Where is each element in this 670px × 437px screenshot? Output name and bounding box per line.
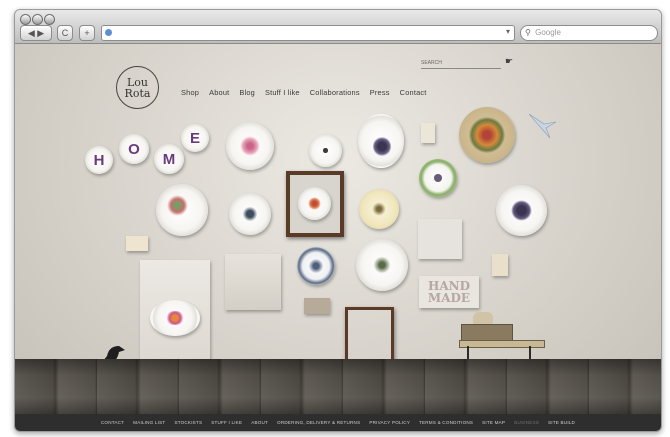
handmade-line2: MADE <box>427 291 471 305</box>
home-letter-e: E <box>189 129 200 147</box>
blue-rim-plate[interactable] <box>297 247 335 285</box>
small-plate-1[interactable] <box>309 134 342 167</box>
crow-plate-2[interactable] <box>496 185 547 236</box>
handmade-sign[interactable]: HAND MADE <box>419 276 479 308</box>
wooden-frame[interactable] <box>286 171 344 237</box>
site-footer: CONTACT MAILING LIST STOCKISTS STUFF I L… <box>15 414 661 431</box>
site-logo[interactable]: Lou Rota <box>116 66 159 109</box>
telephone-icon <box>473 312 493 324</box>
small-card-2[interactable] <box>126 236 148 251</box>
footer-business[interactable]: BUSINESS <box>514 420 539 425</box>
footer-contact[interactable]: CONTACT <box>101 420 124 425</box>
logo-line1: Lou <box>126 75 148 89</box>
search-icon: ⚲ <box>525 28 531 37</box>
nav-shop[interactable]: Shop <box>181 88 199 97</box>
green-rim-plate[interactable] <box>419 159 457 197</box>
browser-window: ◀ ▶ C + ▾ ⚲ Google Lou Rota Shop About B… <box>14 9 662 432</box>
footer-stockists[interactable]: STOCKISTS <box>174 420 202 425</box>
cream-plate[interactable] <box>359 189 399 229</box>
nav-about[interactable]: About <box>209 88 229 97</box>
site-search-label: SEARCH <box>421 60 442 66</box>
bird-plate-2[interactable] <box>356 239 408 291</box>
footer-about[interactable]: ABOUT <box>251 420 268 425</box>
home-plate-m[interactable]: M <box>154 144 184 174</box>
bird-sketch-card[interactable] <box>225 254 281 310</box>
search-placeholder: Google <box>535 28 561 37</box>
nav-press[interactable]: Press <box>370 88 390 97</box>
home-letter-h: H <box>93 151 105 169</box>
nav-collaborations[interactable]: Collaborations <box>310 88 360 97</box>
home-plate-o[interactable]: O <box>119 134 149 164</box>
footer-site-map[interactable]: SITE MAP <box>482 420 505 425</box>
address-bar[interactable]: ▾ <box>101 25 515 41</box>
framed-plate[interactable] <box>298 187 331 220</box>
footer-site-build[interactable]: SITE BUILD <box>548 420 575 425</box>
small-card-1[interactable] <box>421 123 435 143</box>
main-nav: Shop About Blog Stuff I like Collaborati… <box>181 88 427 97</box>
home-plate-e[interactable]: E <box>181 124 209 152</box>
chevron-down-icon[interactable]: ▾ <box>506 27 510 36</box>
botanical-plate[interactable] <box>156 184 208 236</box>
small-card-3[interactable] <box>492 254 508 276</box>
hummingbird-icon <box>526 110 559 140</box>
close-window-button[interactable] <box>20 14 31 25</box>
site-page: Lou Rota Shop About Blog Stuff I like Co… <box>15 44 661 431</box>
minimize-window-button[interactable] <box>32 14 43 25</box>
nav-blog[interactable]: Blog <box>239 88 255 97</box>
flower-bowl[interactable] <box>459 107 515 163</box>
zoom-window-button[interactable] <box>44 14 55 25</box>
site-search-input[interactable]: SEARCH <box>421 60 501 69</box>
globe-icon <box>105 29 112 36</box>
pointing-hand-icon: ☛ <box>505 56 514 66</box>
footer-stuff-i-like[interactable]: STUFF I LIKE <box>211 420 242 425</box>
footer-terms[interactable]: TERMS & CONDITIONS <box>419 420 473 425</box>
browser-toolbar: ◀ ▶ C + ▾ ⚲ Google <box>15 10 661 44</box>
wooden-floor <box>15 359 661 414</box>
footer-ordering[interactable]: ORDERING, DELIVERY & RETURNS <box>277 420 360 425</box>
add-bookmark-button[interactable]: + <box>79 25 95 41</box>
table-top <box>459 340 545 348</box>
floral-plate[interactable] <box>226 122 274 170</box>
photo-plate <box>150 300 200 336</box>
nav-contact[interactable]: Contact <box>400 88 427 97</box>
nav-stuff-i-like[interactable]: Stuff I like <box>265 88 300 97</box>
footer-mailing-list[interactable]: MAILING LIST <box>133 420 165 425</box>
footer-privacy[interactable]: PRIVACY POLICY <box>369 420 410 425</box>
small-photo-card[interactable] <box>304 298 330 314</box>
back-forward-button[interactable]: ◀ ▶ <box>20 25 52 41</box>
crow-plate[interactable] <box>358 114 404 168</box>
bird-plate-1[interactable] <box>229 193 271 235</box>
photo-card[interactable] <box>140 260 210 367</box>
sketch-card[interactable] <box>418 219 462 259</box>
home-letter-m: M <box>162 150 176 168</box>
reload-button[interactable]: C <box>57 25 73 41</box>
home-plate-h[interactable]: H <box>85 146 113 174</box>
logo-line2: Rota <box>124 86 151 100</box>
home-letter-o: O <box>128 140 140 158</box>
browser-search-input[interactable]: ⚲ Google <box>520 25 658 41</box>
